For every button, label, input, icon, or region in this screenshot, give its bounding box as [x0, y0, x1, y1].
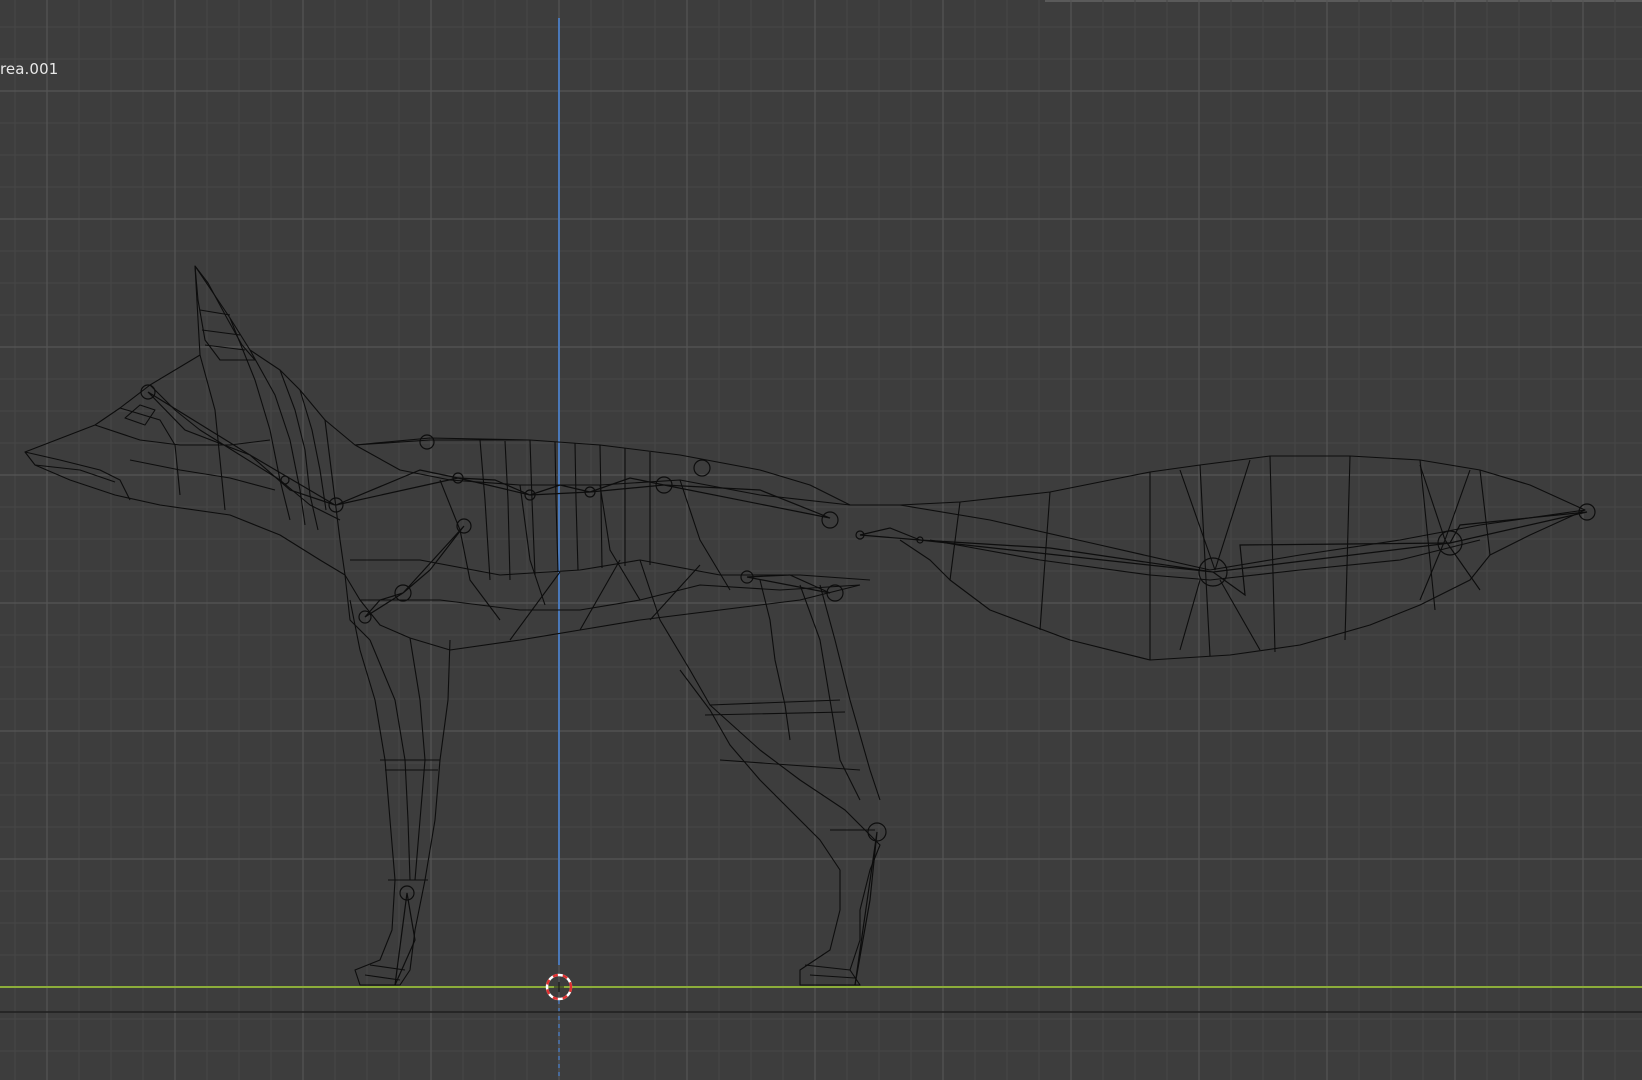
jaw — [24, 451, 131, 501]
snout-outline — [24, 265, 346, 576]
hind-leg — [639, 559, 881, 986]
bone-joint-spine-1 — [419, 434, 435, 450]
eye — [124, 404, 156, 426]
bone-spine-2 — [457, 477, 531, 496]
bone-hind-upper — [746, 574, 831, 594]
viewport-object-info: rea.001 — [0, 60, 59, 78]
tail-outline — [850, 455, 1586, 661]
body-top — [354, 437, 531, 446]
fox-mesh-wireframe[interactable] — [24, 265, 1586, 986]
front-leg — [349, 599, 451, 986]
bone-hind-lower — [854, 831, 878, 986]
bone-joint-tail-base — [821, 511, 839, 529]
bone-tail-2 — [919, 539, 1214, 573]
head-outline — [194, 265, 851, 506]
bone-front-foot — [394, 892, 416, 986]
bone-neck — [249, 454, 336, 506]
bone-spine-5 — [663, 484, 831, 519]
viewport-canvas[interactable] — [0, 0, 1642, 1080]
floor-grid — [0, 0, 1642, 1080]
bone-joint-hip — [693, 459, 711, 477]
3d-viewport[interactable]: rea.001 — [0, 0, 1642, 1080]
bone-front-lower — [364, 592, 404, 618]
